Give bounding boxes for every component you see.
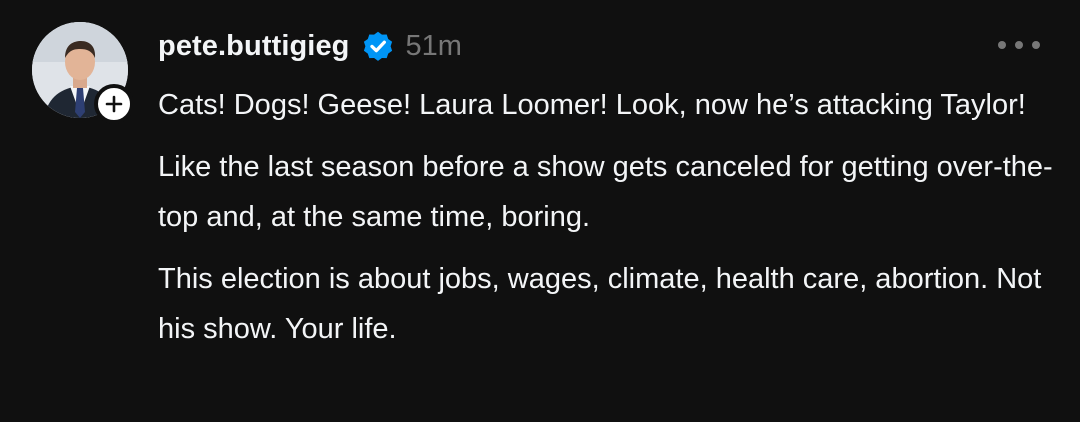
post-paragraph: Cats! Dogs! Geese! Laura Loomer! Look, n… (158, 89, 1026, 121)
plus-icon (105, 95, 123, 113)
thread-post: pete.buttigieg 51m Cats! Dogs! Geese! La… (0, 0, 1080, 422)
verified-badge-icon (360, 28, 396, 64)
more-horizontal-icon (998, 41, 1040, 49)
post-header: pete.buttigieg 51m (158, 26, 462, 66)
post-paragraph: Like the last season before a show gets … (158, 151, 1053, 233)
follow-button[interactable] (94, 84, 134, 124)
author-username[interactable]: pete.buttigieg (158, 30, 350, 63)
post-text: Cats! Dogs! Geese! Laura Loomer! Look, n… (158, 80, 1058, 366)
more-options-button[interactable] (992, 30, 1046, 60)
post-paragraph: This election is about jobs, wages, clim… (158, 263, 1042, 345)
post-timestamp[interactable]: 51m (406, 30, 462, 63)
author-avatar-container (32, 22, 134, 124)
